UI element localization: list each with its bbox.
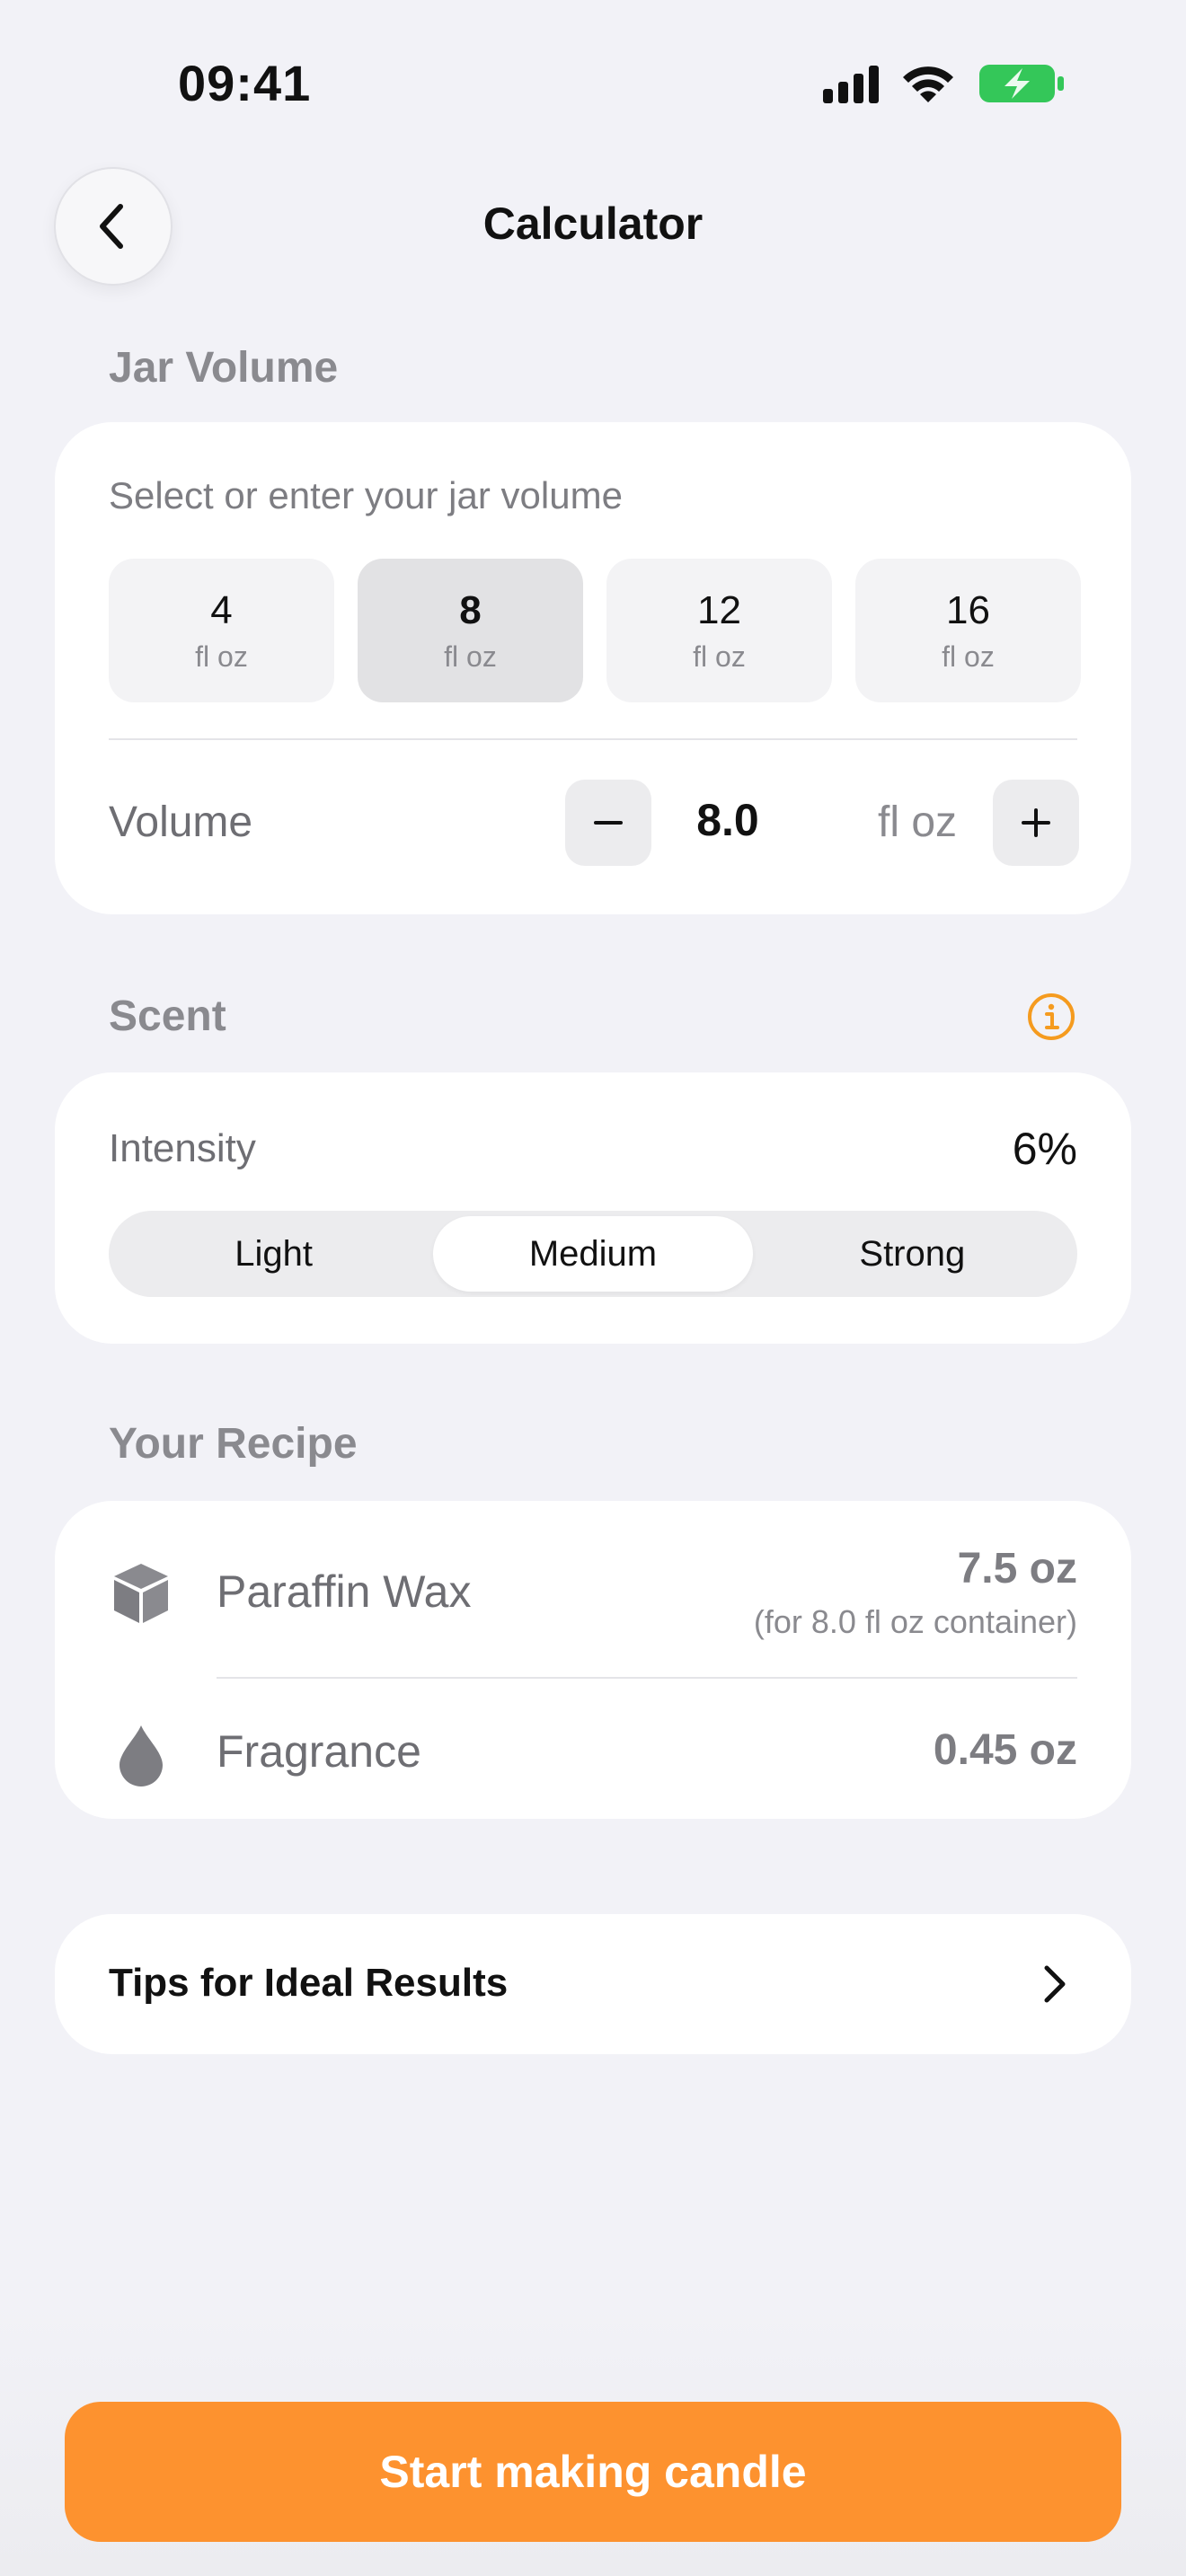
tips-row[interactable]: Tips for Ideal Results: [55, 1914, 1131, 2054]
segment-medium[interactable]: Medium: [433, 1216, 753, 1292]
recipe-item-name: Paraffin Wax: [217, 1566, 472, 1617]
volume-preset-12[interactable]: 12 fl oz: [606, 559, 832, 702]
recipe-section-title: Your Recipe: [109, 1420, 358, 1468]
scent-section-title: Scent: [109, 992, 226, 1040]
info-icon[interactable]: [1026, 992, 1076, 1042]
decrease-volume-button[interactable]: [565, 780, 651, 866]
preset-value: 16: [946, 588, 990, 633]
battery-charging-icon: [979, 65, 1064, 102]
wifi-icon: [903, 66, 953, 102]
divider: [109, 738, 1077, 740]
intensity-label: Intensity: [109, 1126, 256, 1170]
status-icons: [823, 63, 1066, 104]
recipe-card: Paraffin Wax 7.5 oz (for 8.0 fl oz conta…: [55, 1501, 1131, 1819]
jar-volume-section-title: Jar Volume: [109, 344, 339, 392]
preset-value: 12: [697, 588, 741, 633]
volume-unit: fl oz: [878, 798, 958, 846]
jar-volume-hint: Select or enter your jar volume: [109, 474, 623, 516]
status-bar: 09:41: [0, 0, 1186, 171]
page-title: Calculator: [482, 198, 704, 249]
volume-preset-16[interactable]: 16 fl oz: [855, 559, 1081, 702]
segment-strong[interactable]: Strong: [753, 1216, 1072, 1292]
cellular-signal-icon: [823, 64, 879, 103]
divider: [217, 1677, 1077, 1679]
recipe-item-note: (for 8.0 fl oz container): [753, 1603, 1077, 1640]
volume-preset-8[interactable]: 8 fl oz: [358, 559, 583, 702]
status-time: 09:41: [178, 55, 312, 111]
intensity-value: 6%: [1012, 1124, 1077, 1174]
chevron-right-icon: [1044, 1965, 1066, 2003]
volume-preset-row: 4 fl oz 8 fl oz 12 fl oz 16 fl oz: [109, 559, 1081, 702]
preset-value: 4: [210, 588, 233, 633]
volume-preset-4[interactable]: 4 fl oz: [109, 559, 334, 702]
start-making-candle-button[interactable]: Start making candle: [65, 2402, 1121, 2542]
intensity-segmented-control: Light Medium Strong: [109, 1211, 1077, 1297]
plus-icon: [1022, 808, 1050, 837]
preset-unit: fl oz: [444, 640, 497, 673]
cube-icon: [114, 1564, 168, 1623]
volume-value[interactable]: 8.0: [651, 794, 804, 846]
droplet-icon: [119, 1725, 163, 1786]
recipe-item-amount: 0.45 oz: [933, 1726, 1077, 1774]
volume-label: Volume: [109, 798, 253, 846]
scent-card: Intensity 6% Light Medium Strong: [55, 1072, 1131, 1344]
calculator-screen: 09:41 Calculator Jar Volume Select or en…: [0, 0, 1186, 2576]
preset-value: 8: [459, 588, 482, 633]
preset-unit: fl oz: [693, 640, 746, 673]
minus-icon: [594, 821, 623, 825]
tips-label: Tips for Ideal Results: [109, 1961, 509, 2005]
preset-unit: fl oz: [942, 640, 995, 673]
recipe-item-amount: 7.5 oz: [957, 1545, 1077, 1592]
preset-unit: fl oz: [195, 640, 248, 673]
increase-volume-button[interactable]: [993, 780, 1079, 866]
jar-volume-card: Select or enter your jar volume 4 fl oz …: [55, 422, 1131, 914]
recipe-item-name: Fragrance: [217, 1726, 421, 1777]
segment-light[interactable]: Light: [114, 1216, 433, 1292]
